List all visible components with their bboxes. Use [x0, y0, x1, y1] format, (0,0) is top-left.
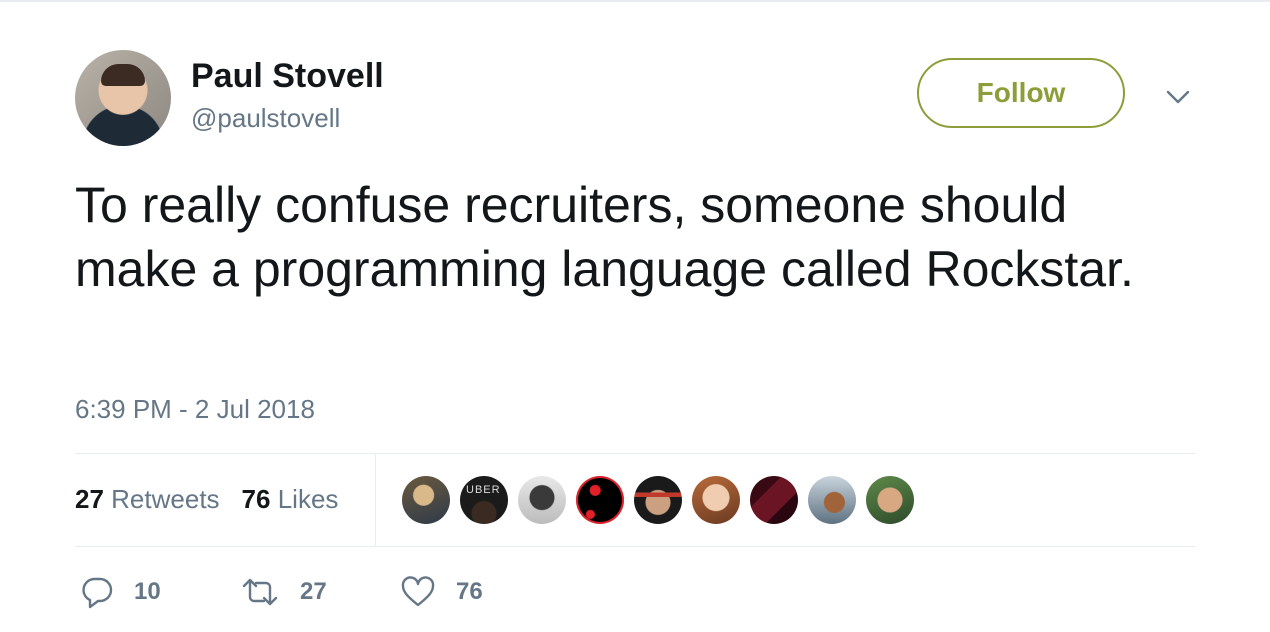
likers-list: UBER	[402, 476, 924, 524]
retweet-count: 27	[300, 578, 327, 605]
liker-avatar-1[interactable]	[402, 476, 450, 524]
liker-avatar-7[interactable]	[750, 476, 798, 524]
reply-count: 10	[134, 578, 161, 605]
retweet-icon	[240, 575, 280, 609]
tweet-timestamp[interactable]: 6:39 PM - 2 Jul 2018	[75, 392, 315, 426]
liker-avatar-uber[interactable]: UBER	[460, 476, 508, 524]
top-border	[0, 0, 1270, 2]
likes-count: 76	[241, 484, 271, 514]
reply-icon	[80, 575, 114, 609]
retweets-count: 27	[75, 484, 104, 514]
liker-avatar-9[interactable]	[866, 476, 914, 524]
likes-label: Likes	[277, 484, 339, 514]
stats-separator	[375, 454, 376, 546]
like-button[interactable]: 76	[400, 575, 560, 609]
author-handle[interactable]: @paulstovell	[191, 101, 340, 135]
liker-avatar-5[interactable]	[634, 476, 682, 524]
retweet-button[interactable]: 27	[240, 575, 400, 609]
author-avatar[interactable]	[75, 50, 171, 146]
like-count: 76	[456, 578, 483, 605]
follow-button[interactable]: Follow	[917, 58, 1125, 128]
liker-avatar-3[interactable]	[518, 476, 566, 524]
retweets-label: Retweets	[111, 484, 220, 514]
liker-avatar-4[interactable]	[576, 476, 624, 524]
liker-avatar-6[interactable]	[692, 476, 740, 524]
tweet-actions: 10 27 76	[80, 572, 560, 612]
reply-button[interactable]: 10	[80, 575, 240, 609]
avatar-hair	[101, 64, 145, 86]
divider-top	[75, 453, 1195, 454]
heart-icon	[400, 575, 436, 609]
liker-avatar-8[interactable]	[808, 476, 856, 524]
author-name[interactable]: Paul Stovell	[191, 56, 384, 96]
tweet-stats: 27 Retweets 76 Likes	[75, 482, 338, 516]
chevron-down-icon[interactable]	[1163, 82, 1193, 112]
divider-bottom	[75, 546, 1195, 547]
retweets-stat[interactable]: 27 Retweets	[75, 484, 220, 514]
likes-stat[interactable]: 76 Likes	[242, 484, 339, 514]
tweet-text: To really confuse recruiters, someone sh…	[75, 177, 1134, 297]
uber-logo-text: UBER	[466, 484, 501, 496]
